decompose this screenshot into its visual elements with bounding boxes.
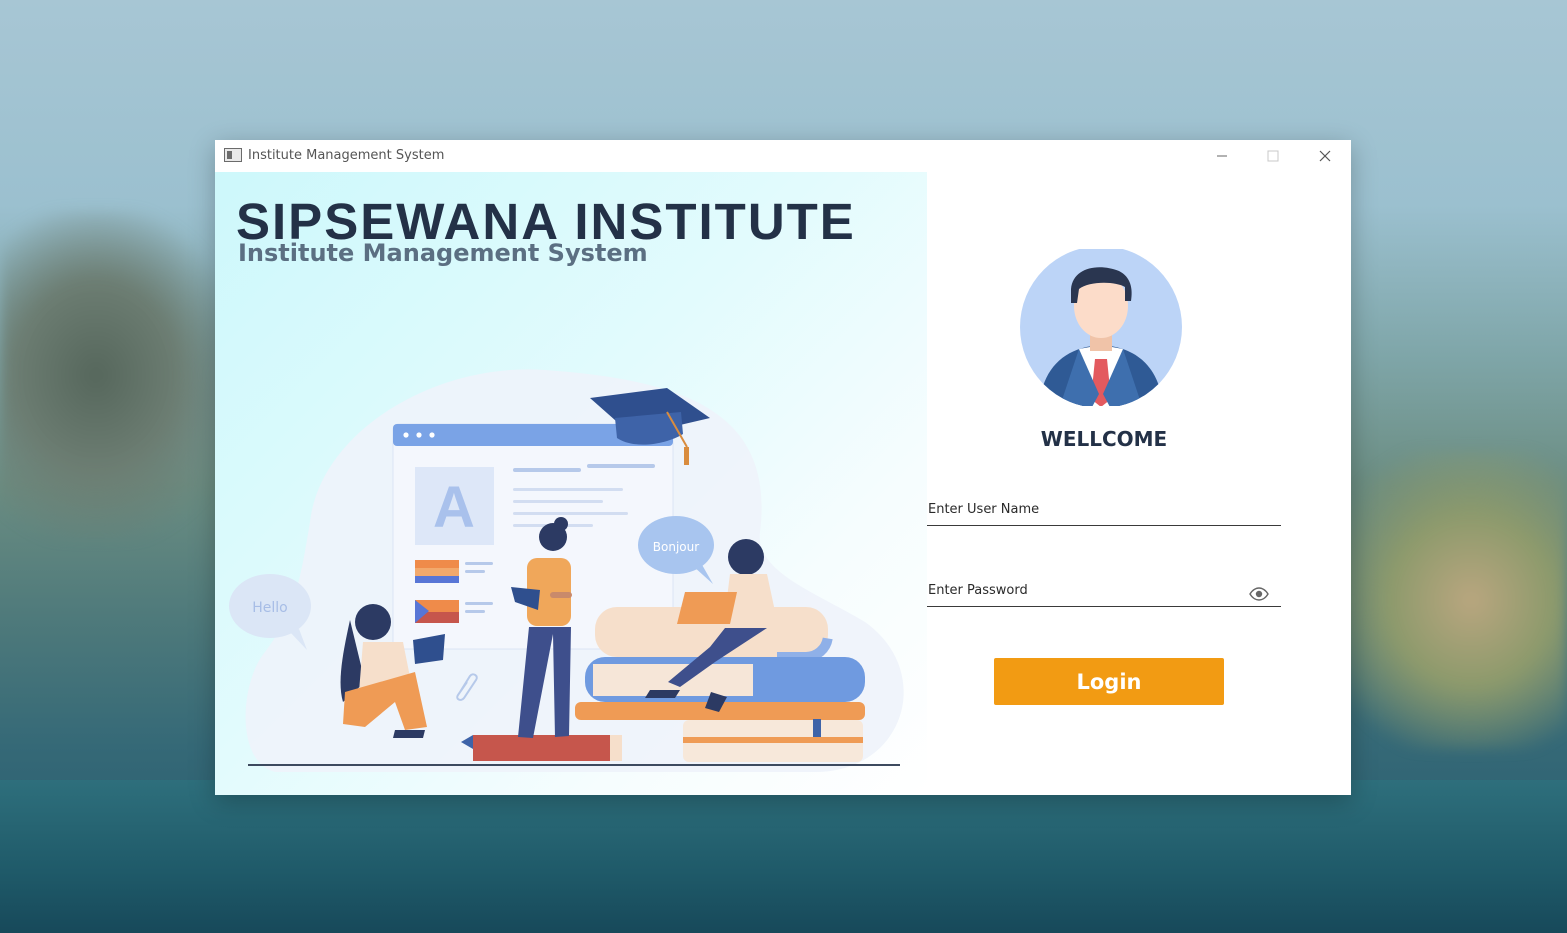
brand-panel: SIPSEWANA INSTITUTE Institute Management…: [215, 172, 927, 795]
login-window: Institute Management System SIPSEWANA IN…: [215, 140, 1351, 795]
username-field[interactable]: [927, 492, 1281, 526]
bubble-hello: Hello: [252, 600, 288, 616]
close-button[interactable]: [1300, 140, 1350, 172]
user-avatar: [1020, 249, 1182, 406]
background-water: [0, 780, 1567, 933]
background-mountain: [0, 210, 240, 540]
login-button[interactable]: Login: [994, 658, 1224, 705]
username-input[interactable]: [928, 498, 1238, 520]
app-icon: [224, 148, 242, 162]
maximize-button[interactable]: [1248, 140, 1298, 172]
window-title: Institute Management System: [248, 148, 445, 163]
title-bar[interactable]: Institute Management System: [215, 140, 1351, 172]
password-field[interactable]: [927, 573, 1281, 607]
login-panel: WELLCOME Login: [927, 172, 1351, 795]
eye-icon[interactable]: [1249, 587, 1269, 601]
maximize-icon: [1267, 150, 1279, 162]
minimize-icon: [1217, 155, 1227, 157]
institute-subtitle: Institute Management System: [238, 239, 648, 267]
minimize-button[interactable]: [1197, 140, 1247, 172]
letter-a: A: [433, 475, 475, 540]
welcome-heading: WELLCOME: [1040, 427, 1168, 451]
password-input[interactable]: [928, 579, 1238, 601]
close-icon: [1319, 150, 1331, 162]
background-hill: [1327, 450, 1567, 750]
students-illustration: A Bonjour Hello: [229, 369, 904, 772]
bubble-bonjour: Bonjour: [653, 540, 699, 554]
